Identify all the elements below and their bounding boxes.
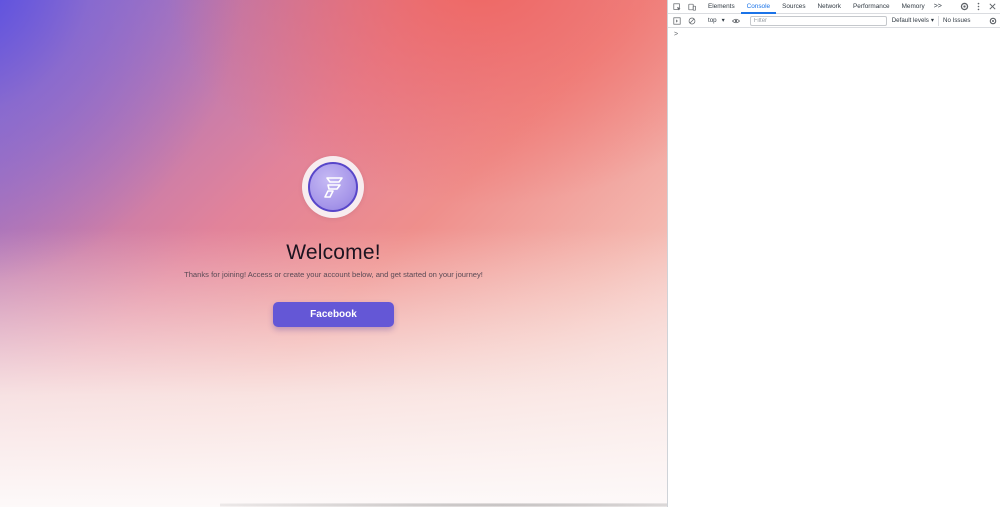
close-icon[interactable] xyxy=(988,2,997,13)
sidebar-toggle-icon[interactable] xyxy=(672,16,682,26)
devtools-tabbar: Elements Console Sources Network Perform… xyxy=(668,0,1000,14)
page-subtitle: Thanks for joining! Access or create you… xyxy=(184,270,483,279)
tab-elements[interactable]: Elements xyxy=(702,0,741,14)
app-logo xyxy=(302,156,364,218)
console-filter-input[interactable] xyxy=(749,15,887,26)
log-levels-label: Default levels xyxy=(891,17,929,24)
tab-network[interactable]: Network xyxy=(812,0,847,14)
logo-mark-icon xyxy=(324,177,343,198)
chevron-down-icon: ▾ xyxy=(930,17,934,24)
issues-counter[interactable]: No Issues xyxy=(943,17,971,24)
logo-badge xyxy=(308,162,358,212)
console-prompt[interactable]: > xyxy=(668,28,1000,38)
chevron-down-icon: ▾ xyxy=(721,17,725,24)
kebab-menu-icon[interactable] xyxy=(974,2,983,13)
more-tabs-button[interactable]: >> xyxy=(931,3,945,10)
settings-icon[interactable] xyxy=(960,2,969,13)
log-levels-dropdown[interactable]: Default levels ▾ xyxy=(892,17,934,24)
clear-console-icon[interactable] xyxy=(687,16,697,26)
facebook-login-button[interactable]: Facebook xyxy=(273,302,394,327)
devtools-panel: Elements Console Sources Network Perform… xyxy=(667,0,1000,507)
tab-performance[interactable]: Performance xyxy=(847,0,896,14)
toolbar-divider xyxy=(937,15,939,26)
bottom-divider xyxy=(220,503,667,507)
context-selector-label: top xyxy=(708,17,717,24)
console-toolbar: top ▾ Default levels ▾ No Issues xyxy=(668,14,1000,28)
context-selector[interactable]: top ▾ xyxy=(708,17,725,24)
devtools-window-controls xyxy=(960,2,997,13)
page-title: Welcome! xyxy=(286,241,381,264)
tab-console[interactable]: Console xyxy=(740,0,777,14)
page-viewport: Welcome! Thanks for joining! Access or c… xyxy=(0,0,667,507)
live-expression-eye-icon[interactable] xyxy=(731,16,741,26)
device-toolbar-icon[interactable] xyxy=(687,2,697,12)
inspect-element-icon[interactable] xyxy=(672,2,682,12)
console-settings-icon[interactable] xyxy=(989,17,997,27)
tab-memory[interactable]: Memory xyxy=(896,0,931,14)
tab-sources[interactable]: Sources xyxy=(776,0,811,14)
